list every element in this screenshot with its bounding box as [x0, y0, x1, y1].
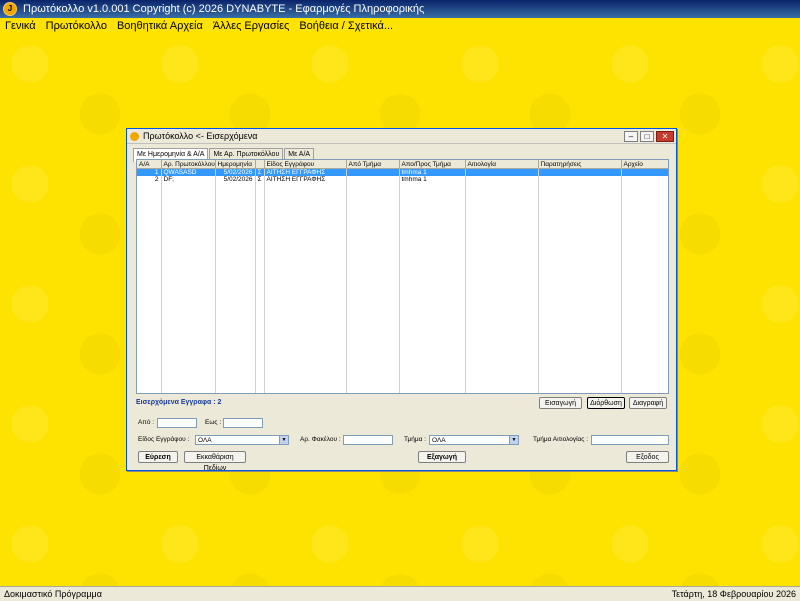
- col-header-protocol[interactable]: Αρ. Πρωτοκόλλου: [161, 160, 216, 169]
- app-title: Πρωτόκολλο v1.0.001 Copyright (c) 2026 D…: [23, 3, 425, 15]
- dialog-titlebar[interactable]: Πρωτόκολλο <- Εισερχόμενα – □ ✕: [127, 129, 676, 144]
- col-header-doc-type[interactable]: Είδος Εγγράφου: [264, 160, 347, 169]
- col-header-date[interactable]: Ημερομηνία: [215, 160, 256, 169]
- menubar: Γενικά Πρωτόκολλο Βοηθητικά Αρχεία Άλλες…: [0, 18, 800, 34]
- close-icon[interactable]: ✕: [656, 130, 674, 142]
- cell-aa: 1: [137, 168, 162, 176]
- status-left: Δοκιμαστικό Πρόγραμμα: [4, 589, 102, 599]
- cell-doc-type: ΑΙΤΗΣΗ ΕΓΓΡΑΦΗΣ: [264, 176, 347, 183]
- menu-general[interactable]: Γενικά: [0, 20, 41, 32]
- doc-type-label: Είδος Εγγράφου :: [138, 436, 190, 443]
- cell-file: [621, 176, 668, 183]
- dept-label: Τμήμα :: [404, 436, 426, 443]
- insert-button[interactable]: Εισαγωγή: [539, 397, 582, 409]
- cell-reason: [465, 168, 539, 176]
- filters-panel: Από : Εως : Είδος Εγγράφου : ΟΛΑ ▼ Αρ. Φ…: [127, 417, 676, 472]
- menu-help-about[interactable]: Βοήθεια / Σχετικά...: [294, 20, 398, 32]
- cell-from-dept: [346, 168, 400, 176]
- table-row[interactable]: 1 QWASASD 5/02/2026 Σ ΑΙΤΗΣΗ ΕΓΓΡΑΦΗΣ tm…: [137, 168, 668, 176]
- from-label: Από :: [138, 419, 155, 426]
- app-logo-icon: J: [3, 2, 17, 16]
- cell-to-dept: tmhma 1: [399, 176, 466, 183]
- edit-button[interactable]: Διόρθωση: [587, 397, 625, 409]
- cell-doc-type: ΑΙΤΗΣΗ ΕΓΓΡΑΦΗΣ: [264, 168, 347, 176]
- reason-dept-label: Τμήμα Αιτιολογίας :: [533, 436, 589, 443]
- records-count-label: Εισερχόμενα Εγγραφα : 2: [136, 399, 222, 406]
- cell-date: 5/02/2026: [215, 176, 256, 183]
- to-label: Εως :: [205, 419, 222, 426]
- chevron-down-icon[interactable]: ▼: [279, 436, 288, 444]
- menu-protocol[interactable]: Πρωτόκολλο: [41, 20, 112, 32]
- table-header: Α/Α Αρ. Πρωτοκόλλου Ημερομηνία Είδος Εγγ…: [137, 160, 668, 169]
- doc-type-select[interactable]: ΟΛΑ ▼: [195, 435, 289, 445]
- cell-protocol: QWASASD: [161, 168, 216, 176]
- minimize-icon[interactable]: –: [624, 130, 638, 142]
- statusbar: Δοκιμαστικό Πρόγραμμα Τετάρτη, 18 Φεβρου…: [0, 586, 800, 601]
- dept-value: ΟΛΑ: [432, 437, 446, 444]
- clear-fields-button[interactable]: Εκκαθάριση Πεδίων: [184, 451, 246, 472]
- col-header-from-dept[interactable]: Από Τμήμα: [346, 160, 400, 169]
- cell-notes: [538, 176, 622, 183]
- export-button[interactable]: Εξαγωγή: [418, 451, 466, 463]
- col-header-to-dept[interactable]: Απο/Προς Τμήμα: [399, 160, 466, 169]
- cell-from-dept: [346, 176, 400, 183]
- maximize-icon[interactable]: □: [640, 130, 654, 142]
- col-header-aa[interactable]: Α/Α: [137, 160, 162, 169]
- menu-other-tasks[interactable]: Άλλες Εργασίες: [208, 20, 295, 32]
- menu-aux-files[interactable]: Βοηθητικά Αρχεία: [112, 20, 208, 32]
- search-button[interactable]: Εύρεση: [138, 451, 178, 463]
- records-grid: Α/Α Αρ. Πρωτοκόλλου Ημερομηνία Είδος Εγγ…: [137, 160, 668, 183]
- from-date-input[interactable]: [157, 418, 197, 428]
- cell-aa: 2: [137, 176, 162, 183]
- dept-select[interactable]: ΟΛΑ ▼: [429, 435, 519, 445]
- chevron-down-icon[interactable]: ▼: [509, 436, 518, 444]
- reason-dept-input[interactable]: [591, 435, 669, 445]
- to-date-input[interactable]: [223, 418, 263, 428]
- table-row[interactable]: 2 DF; 5/02/2026 Σ ΑΙΤΗΣΗ ΕΓΓΡΑΦΗΣ tmhma …: [137, 176, 668, 183]
- cell-reason: [465, 176, 539, 183]
- dialog-title: Πρωτόκολλο <- Εισερχόμενα: [143, 131, 258, 141]
- col-header-flag[interactable]: [255, 160, 265, 169]
- protocol-incoming-dialog: Πρωτόκολλο <- Εισερχόμενα – □ ✕ Με Ημερο…: [126, 128, 677, 472]
- exit-button[interactable]: Εξοδος: [626, 451, 669, 463]
- delete-button[interactable]: Διαγραφή: [629, 397, 667, 409]
- cell-file: [621, 168, 668, 176]
- dialog-app-icon: [130, 131, 139, 141]
- status-date: Τετάρτη, 18 Φεβρουαρίου 2026: [671, 589, 796, 599]
- col-header-file[interactable]: Αρχείο: [621, 160, 668, 169]
- cell-flag: Σ: [255, 176, 265, 183]
- cell-to-dept: tmhma 1: [399, 168, 466, 176]
- folder-label: Αρ. Φακέλου :: [300, 436, 341, 443]
- app-titlebar: J Πρωτόκολλο v1.0.001 Copyright (c) 2026…: [0, 0, 800, 18]
- cell-notes: [538, 168, 622, 176]
- doc-type-value: ΟΛΑ: [198, 437, 212, 444]
- records-table[interactable]: Α/Α Αρ. Πρωτοκόλλου Ημερομηνία Είδος Εγγ…: [136, 159, 669, 394]
- col-header-reason[interactable]: Αιτιολογία: [465, 160, 539, 169]
- cell-protocol: DF;: [161, 176, 216, 183]
- col-header-notes[interactable]: Παρατηρήσεις: [538, 160, 622, 169]
- cell-date: 5/02/2026: [215, 168, 256, 176]
- cell-flag: Σ: [255, 168, 265, 176]
- folder-number-input[interactable]: [343, 435, 393, 445]
